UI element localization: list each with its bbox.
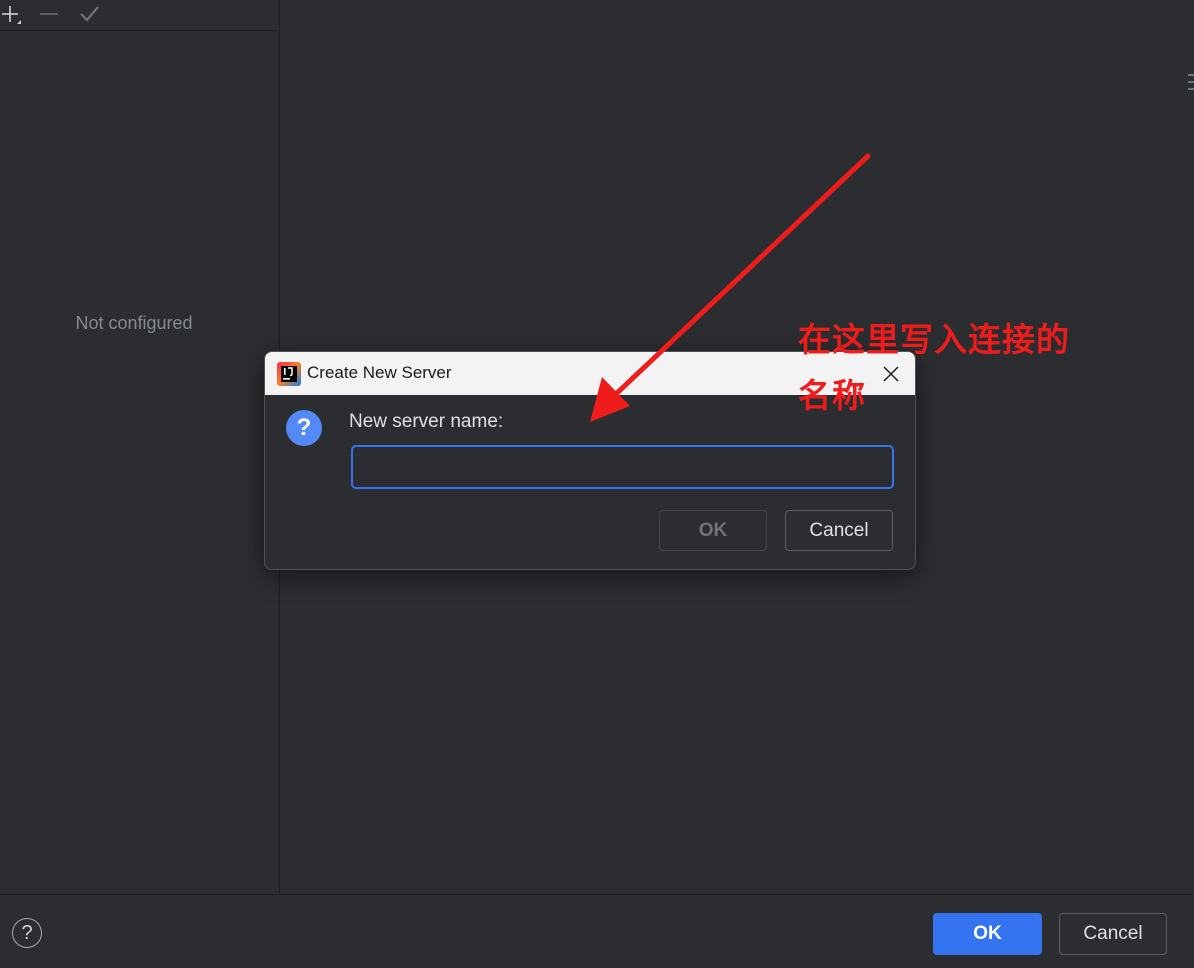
- minus-icon[interactable]: [38, 2, 60, 26]
- cancel-button[interactable]: Cancel: [1059, 913, 1167, 955]
- server-name-input[interactable]: [351, 445, 894, 489]
- dialog-ok-button[interactable]: OK: [659, 510, 767, 551]
- empty-state-text: Not configured: [75, 313, 193, 333]
- server-list-toolbar: [0, 0, 279, 31]
- question-icon: ?: [286, 410, 322, 446]
- plus-icon[interactable]: [0, 2, 22, 26]
- dialog-title: Create New Server: [307, 363, 452, 382]
- annotation-text: 在这里写入连接的 名称: [798, 312, 1118, 424]
- ok-button[interactable]: OK: [933, 913, 1042, 955]
- annotation-line-2: 名称: [798, 376, 866, 415]
- check-icon[interactable]: [78, 2, 100, 26]
- server-list-panel: Not configured: [0, 0, 280, 893]
- help-icon: ?: [21, 921, 33, 944]
- scrollbar[interactable]: [1188, 74, 1194, 98]
- help-button[interactable]: ?: [12, 918, 42, 948]
- intellij-logo-icon: [277, 362, 301, 386]
- settings-footer: ? OK Cancel: [0, 894, 1194, 968]
- annotation-line-1: 在这里写入连接的: [798, 320, 1070, 359]
- dialog-cancel-button[interactable]: Cancel: [785, 510, 893, 551]
- server-name-label: New server name:: [349, 411, 504, 432]
